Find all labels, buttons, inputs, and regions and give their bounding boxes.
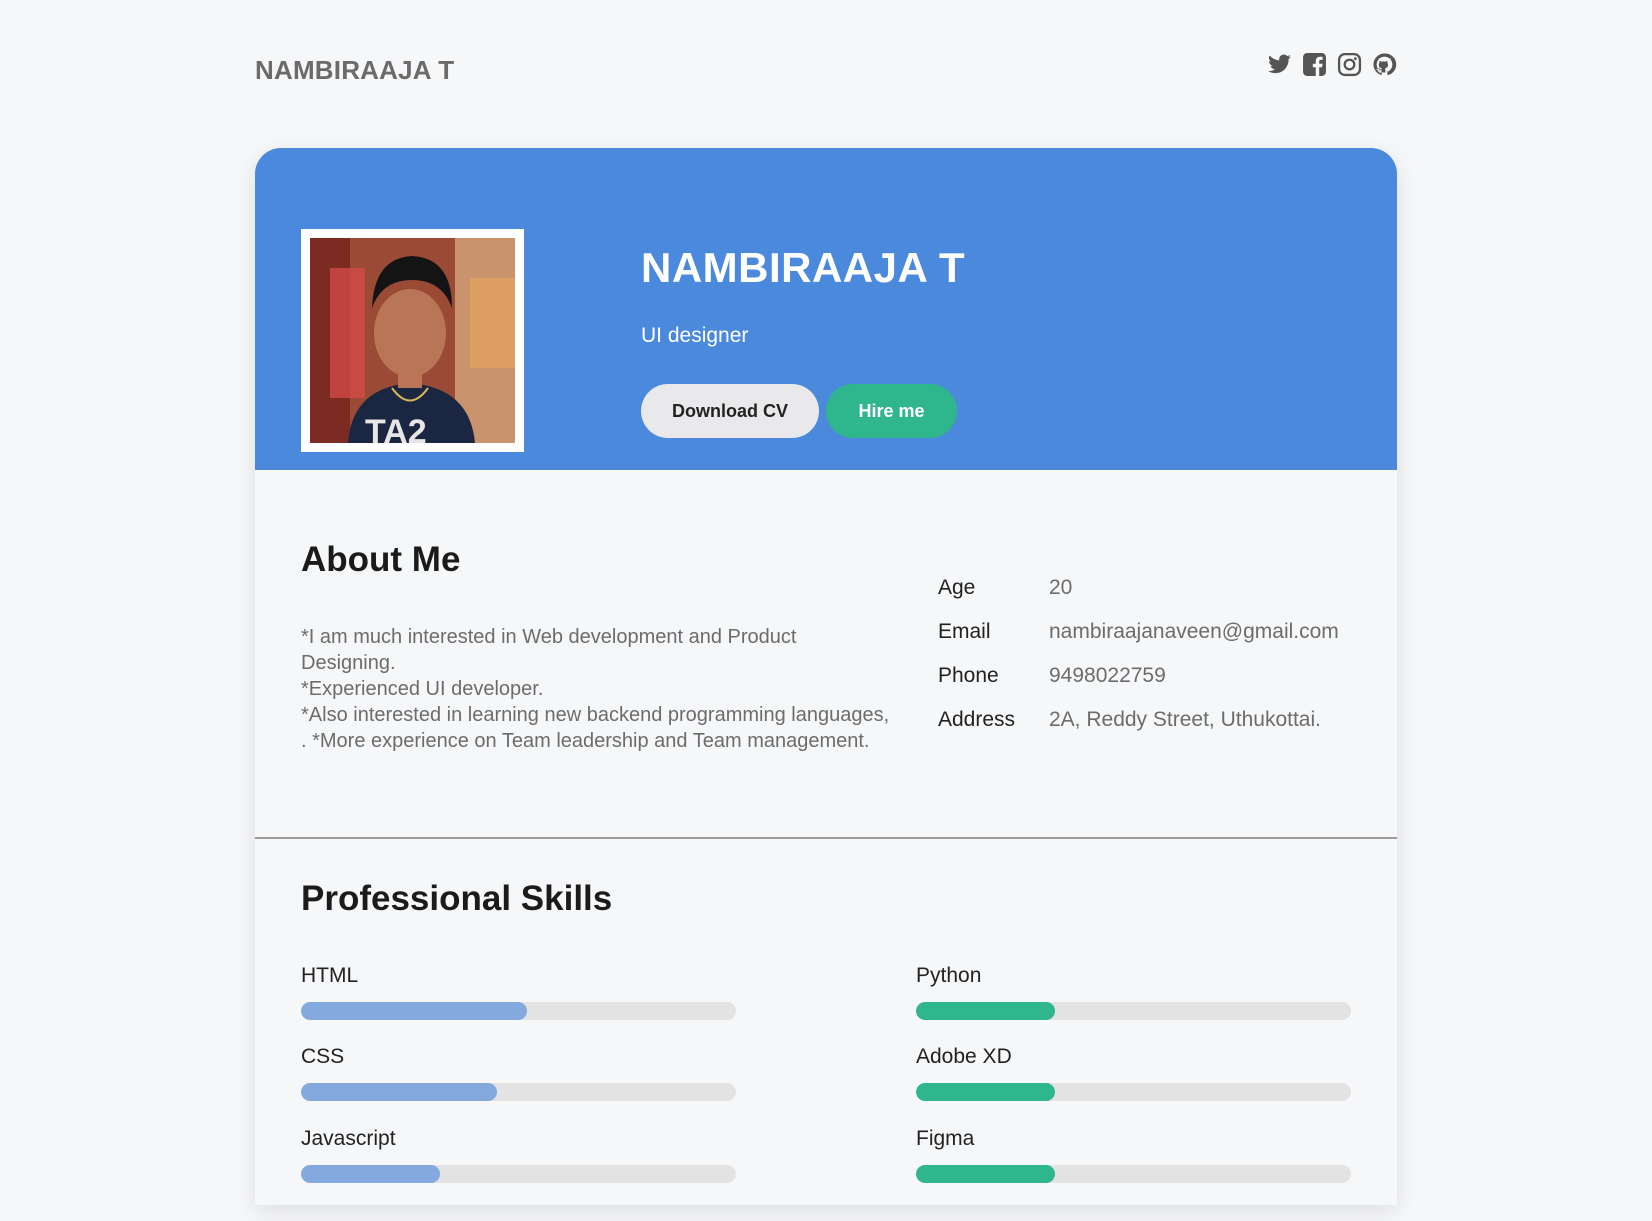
- skill-track: [916, 1083, 1351, 1101]
- skill-label: CSS: [301, 1045, 345, 1068]
- skill-item: Javascript: [301, 1127, 736, 1183]
- skill-fill: [301, 1002, 528, 1020]
- social-links: [1267, 52, 1397, 77]
- info-label: Age: [938, 576, 976, 599]
- hero-role: UI designer: [641, 324, 749, 347]
- skill-label: Adobe XD: [916, 1045, 1012, 1068]
- skill-fill: [916, 1165, 1056, 1183]
- about-text: *I am much interested in Web development…: [301, 624, 891, 754]
- hero-name: NAMBIRAAJA T: [641, 244, 966, 291]
- profile-card: TA2 NAMBIRAAJA T UI designer Download CV…: [255, 148, 1397, 1205]
- hire-me-button[interactable]: Hire me: [826, 384, 957, 438]
- skill-fill: [916, 1002, 1056, 1020]
- facebook-icon[interactable]: [1302, 52, 1327, 77]
- skill-label: HTML: [301, 964, 359, 987]
- info-value[interactable]: nambiraajanaveen@gmail.com: [1049, 620, 1339, 644]
- about-line: *Experienced UI developer.: [301, 678, 544, 700]
- info-row-email: Email nambiraajanaveen@gmail.com: [938, 610, 1339, 654]
- about-line: *I am much interested in Web development…: [301, 626, 797, 674]
- skill-label: Javascript: [301, 1127, 396, 1150]
- skill-track: [301, 1165, 736, 1183]
- skill-fill: [301, 1165, 441, 1183]
- personal-info: Age 20 Email nambiraajanaveen@gmail.com …: [938, 566, 1339, 742]
- github-icon[interactable]: [1372, 52, 1397, 77]
- skill-item: HTML: [301, 964, 736, 1020]
- info-row-phone: Phone 9498022759: [938, 654, 1339, 698]
- about-line: *Also interested in learning new backend…: [301, 704, 890, 752]
- info-row-age: Age 20: [938, 566, 1339, 610]
- skill-track: [916, 1165, 1351, 1183]
- skill-item: Figma: [916, 1127, 1351, 1183]
- info-row-address: Address 2A, Reddy Street, Uthukottai.: [938, 698, 1339, 742]
- skill-fill: [301, 1083, 497, 1101]
- about-title: About Me: [301, 540, 461, 579]
- info-label: Email: [938, 620, 991, 643]
- info-value: 20: [1049, 576, 1073, 599]
- skill-track: [301, 1002, 736, 1020]
- profile-photo-frame: TA2: [301, 229, 524, 452]
- hero-banner: TA2 NAMBIRAAJA T UI designer Download CV…: [255, 148, 1397, 470]
- skills-title: Professional Skills: [301, 879, 613, 918]
- skill-track: [916, 1002, 1351, 1020]
- info-label: Phone: [938, 664, 999, 687]
- top-bar: NAMBIRAAJA T: [255, 52, 1397, 92]
- skill-label: Python: [916, 964, 982, 987]
- info-label: Address: [938, 708, 1016, 731]
- instagram-icon[interactable]: [1337, 52, 1362, 77]
- skill-item: CSS: [301, 1045, 736, 1101]
- info-value[interactable]: 9498022759: [1049, 664, 1166, 688]
- skill-fill: [916, 1083, 1056, 1101]
- skill-item: Python: [916, 964, 1351, 1020]
- skill-item: Adobe XD: [916, 1045, 1351, 1101]
- profile-photo: TA2: [310, 238, 515, 443]
- brand-name[interactable]: NAMBIRAAJA T: [255, 55, 454, 86]
- skill-label: Figma: [916, 1127, 975, 1150]
- skill-track: [301, 1083, 736, 1101]
- svg-text:TA2: TA2: [365, 413, 427, 443]
- twitter-icon[interactable]: [1267, 52, 1292, 77]
- section-divider: [255, 837, 1397, 839]
- download-cv-button[interactable]: Download CV: [641, 384, 819, 438]
- info-value: 2A, Reddy Street, Uthukottai.: [1049, 708, 1321, 731]
